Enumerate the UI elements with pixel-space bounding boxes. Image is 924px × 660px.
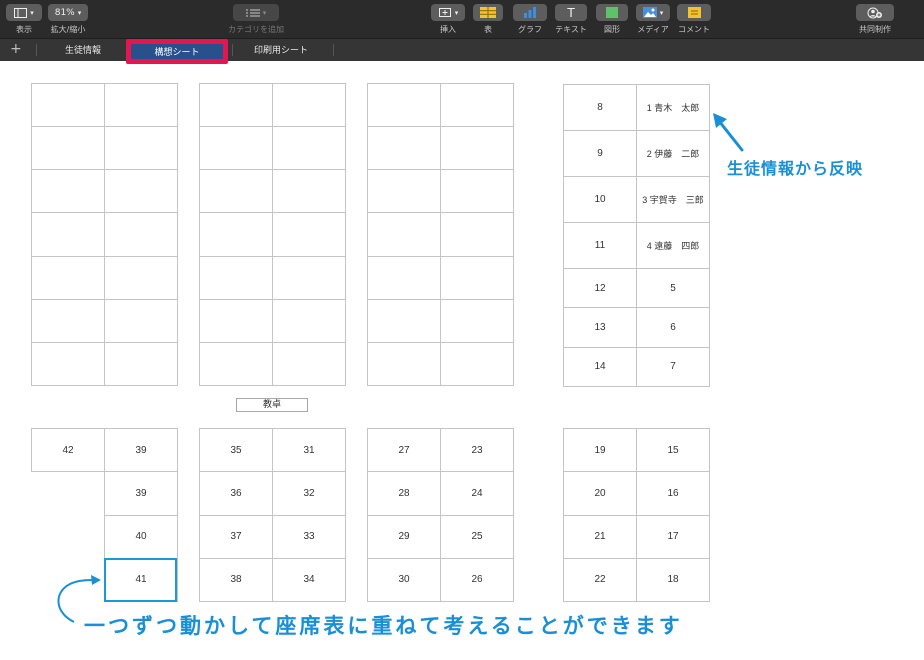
arrow-to-student-info-icon	[713, 113, 744, 152]
annotation-reflect-label: 生徒情報から反映	[727, 159, 864, 178]
annotation-instruction-label: 一つずつ動かして座席表に重ねて考えることができます	[84, 614, 683, 638]
annotation-overlay	[57, 113, 744, 623]
